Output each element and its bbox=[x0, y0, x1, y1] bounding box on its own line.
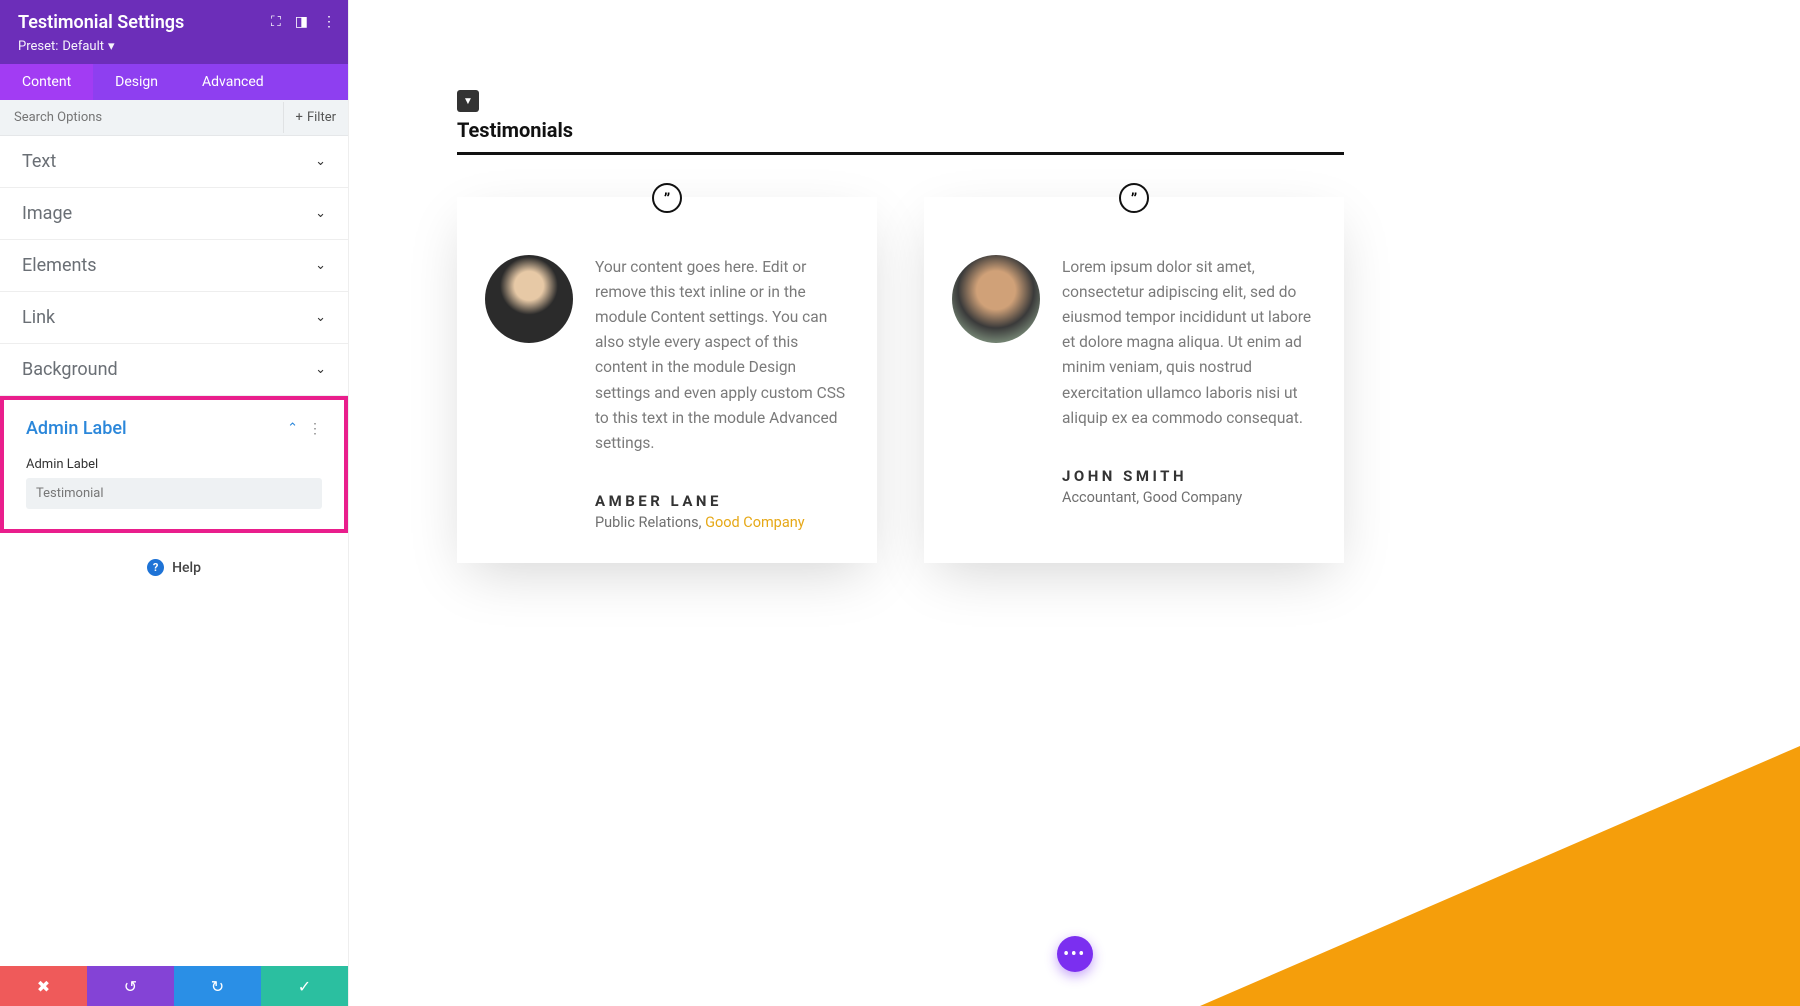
quote-icon: ” bbox=[1119, 183, 1149, 213]
sidebar-header: Testimonial Settings Preset: Default ▾ ⛶… bbox=[0, 0, 348, 64]
preset-label: Preset: bbox=[18, 39, 58, 54]
testimonial-name: AMBER LANE bbox=[595, 492, 849, 510]
fab-more[interactable]: ••• bbox=[1057, 936, 1093, 972]
section-image[interactable]: Image ⌄ bbox=[0, 188, 348, 240]
company-link[interactable]: Good Company bbox=[705, 514, 805, 531]
admin-label-field-label: Admin Label bbox=[4, 447, 344, 478]
avatar bbox=[485, 255, 573, 343]
cards-container: ” Your content goes here. Edit or remove… bbox=[457, 197, 1710, 563]
save-button[interactable]: ✓ bbox=[261, 966, 348, 1006]
preview-area: ▼ Testimonials ” Your content goes here.… bbox=[349, 0, 1800, 1006]
section-title: Testimonials bbox=[457, 118, 1344, 155]
section-link[interactable]: Link ⌄ bbox=[0, 292, 348, 344]
quote-icon: ” bbox=[652, 183, 682, 213]
testimonial-text: Lorem ipsum dolor sit amet, consectetur … bbox=[1062, 255, 1316, 431]
chevron-down-icon: ⌄ bbox=[315, 206, 326, 221]
section-dropdown-icon[interactable]: ▼ bbox=[457, 90, 479, 112]
help-row[interactable]: ? Help bbox=[0, 533, 348, 602]
cancel-button[interactable]: ✖ bbox=[0, 966, 87, 1006]
preset-row[interactable]: Preset: Default ▾ bbox=[18, 39, 330, 54]
sections-list: Text ⌄ Image ⌄ Elements ⌄ Link ⌄ Backgro… bbox=[0, 136, 348, 966]
filter-button[interactable]: + Filter bbox=[283, 102, 348, 133]
chevron-down-icon: ⌄ bbox=[315, 258, 326, 273]
more-icon[interactable]: ⋮ bbox=[322, 14, 336, 30]
tab-advanced[interactable]: Advanced bbox=[180, 64, 286, 100]
testimonial-card[interactable]: ” Your content goes here. Edit or remove… bbox=[457, 197, 877, 563]
testimonial-meta: Accountant, Good Company bbox=[1062, 489, 1316, 506]
testimonial-card[interactable]: ” Lorem ipsum dolor sit amet, consectetu… bbox=[924, 197, 1344, 563]
testimonial-name: JOHN SMITH bbox=[1062, 467, 1316, 485]
admin-label-header[interactable]: Admin Label ⌃ ⋮ bbox=[4, 400, 344, 447]
search-input[interactable] bbox=[0, 100, 283, 135]
expand-icon[interactable]: ⛶ bbox=[271, 14, 281, 30]
tab-design[interactable]: Design bbox=[93, 64, 180, 100]
redo-button[interactable]: ↻ bbox=[174, 966, 261, 1006]
chevron-down-icon: ⌄ bbox=[315, 362, 326, 377]
tabs: Content Design Advanced bbox=[0, 64, 348, 100]
undo-button[interactable]: ↺ bbox=[87, 966, 174, 1006]
section-background[interactable]: Background ⌄ bbox=[0, 344, 348, 396]
avatar bbox=[952, 255, 1040, 343]
plus-icon: + bbox=[296, 110, 303, 125]
section-admin-label: Admin Label ⌃ ⋮ Admin Label bbox=[0, 396, 348, 533]
tab-content[interactable]: Content bbox=[0, 64, 93, 100]
settings-sidebar: Testimonial Settings Preset: Default ▾ ⛶… bbox=[0, 0, 349, 1006]
bottom-bar: ✖ ↺ ↻ ✓ bbox=[0, 966, 348, 1006]
chevron-down-icon: ▾ bbox=[108, 39, 115, 54]
testimonial-text: Your content goes here. Edit or remove t… bbox=[595, 255, 849, 456]
section-text[interactable]: Text ⌄ bbox=[0, 136, 348, 188]
chevron-up-icon: ⌃ bbox=[287, 421, 298, 436]
layout-icon[interactable]: ◨ bbox=[295, 14, 308, 30]
company-text: Good Company bbox=[1143, 489, 1243, 506]
admin-label-input[interactable] bbox=[26, 478, 322, 509]
background-triangle bbox=[1200, 746, 1800, 1006]
chevron-down-icon: ⌄ bbox=[315, 154, 326, 169]
preset-value: Default bbox=[62, 39, 104, 54]
chevron-down-icon: ⌄ bbox=[315, 310, 326, 325]
testimonial-meta: Public Relations, Good Company bbox=[595, 514, 849, 531]
help-icon: ? bbox=[147, 559, 164, 576]
filter-label: Filter bbox=[307, 110, 336, 125]
section-elements[interactable]: Elements ⌄ bbox=[0, 240, 348, 292]
search-row: + Filter bbox=[0, 100, 348, 136]
more-icon[interactable]: ⋮ bbox=[308, 421, 322, 437]
help-label: Help bbox=[172, 560, 201, 576]
